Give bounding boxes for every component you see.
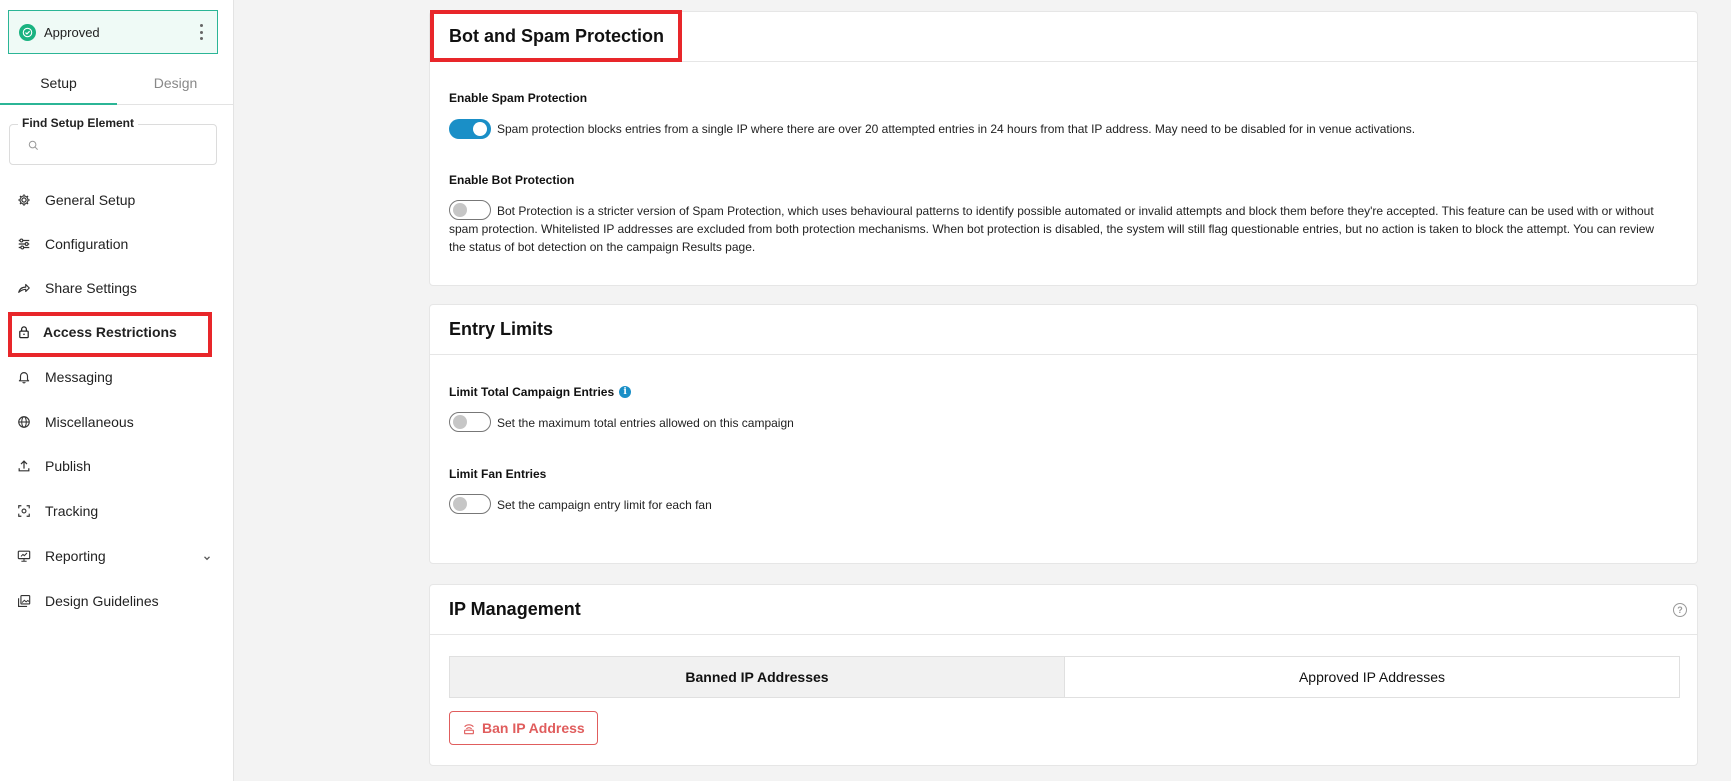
find-setup-element-label: Find Setup Element: [18, 116, 139, 130]
sidebar-item-label: Access Restrictions: [43, 324, 177, 340]
bot-spam-protection-card: Bot and Spam Protection Enable Spam Prot…: [429, 11, 1698, 286]
sidebar-item-label: Configuration: [45, 236, 129, 252]
sidebar-item-design-guidelines[interactable]: Design Guidelines: [0, 579, 234, 623]
share-icon: [16, 280, 32, 296]
sidebar-item-label: Publish: [45, 458, 91, 474]
ban-icon: [462, 721, 476, 735]
sidebar-item-general-setup[interactable]: General Setup: [0, 178, 234, 222]
ip-management-title: IP Management: [449, 599, 581, 619]
limit-total-entries-text: Limit Total Campaign Entries: [449, 385, 615, 399]
limit-fan-entries-label: Limit Fan Entries: [449, 467, 547, 481]
sidebar-item-tracking[interactable]: Tracking: [0, 489, 234, 533]
limit-fan-entries-toggle[interactable]: [449, 494, 491, 514]
globe-icon: [16, 414, 32, 430]
sidebar-item-messaging[interactable]: Messaging: [0, 355, 234, 399]
info-icon[interactable]: i: [619, 386, 632, 398]
limit-total-entries-toggle[interactable]: [449, 412, 491, 432]
bell-icon: [16, 369, 32, 385]
lock-icon: [16, 324, 32, 340]
check-circle-icon: [19, 23, 36, 41]
search-input[interactable]: [36, 135, 206, 153]
bot-protection-label: Enable Bot Protection: [449, 173, 575, 187]
ban-ip-label: Ban IP Address: [482, 720, 585, 736]
entry-limits-card: Entry Limits Limit Total Campaign Entrie…: [429, 304, 1698, 564]
limit-total-entries-description: Set the maximum total entries allowed on…: [497, 416, 794, 430]
limit-fan-entries-description: Set the campaign entry limit for each fa…: [497, 498, 712, 512]
sidebar-item-reporting[interactable]: Reporting: [0, 534, 234, 578]
sidebar-item-label: Reporting: [45, 548, 106, 564]
ban-ip-button[interactable]: Ban IP Address: [449, 711, 598, 745]
sidebar-item-access-restrictions[interactable]: Access Restrictions: [0, 310, 234, 354]
sidebar-tabs: Setup Design: [0, 62, 234, 105]
chevron-down-icon[interactable]: [202, 550, 212, 566]
bot-protection-description: Bot Protection is a stricter version of …: [449, 204, 1655, 254]
upload-icon: [16, 458, 32, 474]
sidebar-item-label: Messaging: [45, 369, 113, 385]
sidebar-item-label: Tracking: [45, 503, 99, 519]
sidebar-item-configuration[interactable]: Configuration: [0, 222, 234, 266]
tab-banned-ip[interactable]: Banned IP Addresses: [450, 657, 1065, 697]
tracking-icon: [16, 503, 32, 519]
sidebar-item-share-settings[interactable]: Share Settings: [0, 266, 234, 310]
images-icon: [16, 593, 32, 609]
tab-design[interactable]: Design: [117, 62, 234, 104]
sidebar-item-publish[interactable]: Publish: [0, 444, 234, 488]
sidebar-item-label: Miscellaneous: [45, 414, 134, 430]
card-title: Bot and Spam Protection: [430, 12, 1697, 62]
status-badge: Approved: [8, 10, 218, 54]
spam-protection-description: Spam protection blocks entries from a si…: [497, 122, 1416, 136]
spam-protection-toggle[interactable]: [449, 119, 491, 139]
tab-setup[interactable]: Setup: [0, 62, 117, 105]
help-icon[interactable]: ?: [1673, 603, 1687, 617]
sliders-icon: [16, 236, 32, 252]
ip-management-card: IP Management ? Banned IP Addresses Appr…: [429, 584, 1698, 766]
sidebar-item-label: Design Guidelines: [45, 593, 159, 609]
status-label: Approved: [44, 24, 100, 40]
card-title: IP Management ?: [430, 585, 1697, 635]
monitor-icon: [16, 548, 32, 564]
sidebar-item-label: Share Settings: [45, 280, 137, 296]
gear-icon: [16, 192, 32, 208]
sidebar-item-miscellaneous[interactable]: Miscellaneous: [0, 400, 234, 444]
more-options-icon[interactable]: [195, 24, 207, 40]
spam-protection-label: Enable Spam Protection: [449, 91, 588, 105]
ip-tabs: Banned IP Addresses Approved IP Addresse…: [449, 656, 1680, 698]
sidebar: Approved Setup Design Find Setup Element…: [0, 0, 234, 781]
limit-total-entries-label: Limit Total Campaign Entries i: [449, 385, 632, 399]
card-title: Entry Limits: [430, 305, 1697, 355]
sidebar-item-label: General Setup: [45, 192, 136, 208]
tab-approved-ip[interactable]: Approved IP Addresses: [1065, 657, 1679, 697]
